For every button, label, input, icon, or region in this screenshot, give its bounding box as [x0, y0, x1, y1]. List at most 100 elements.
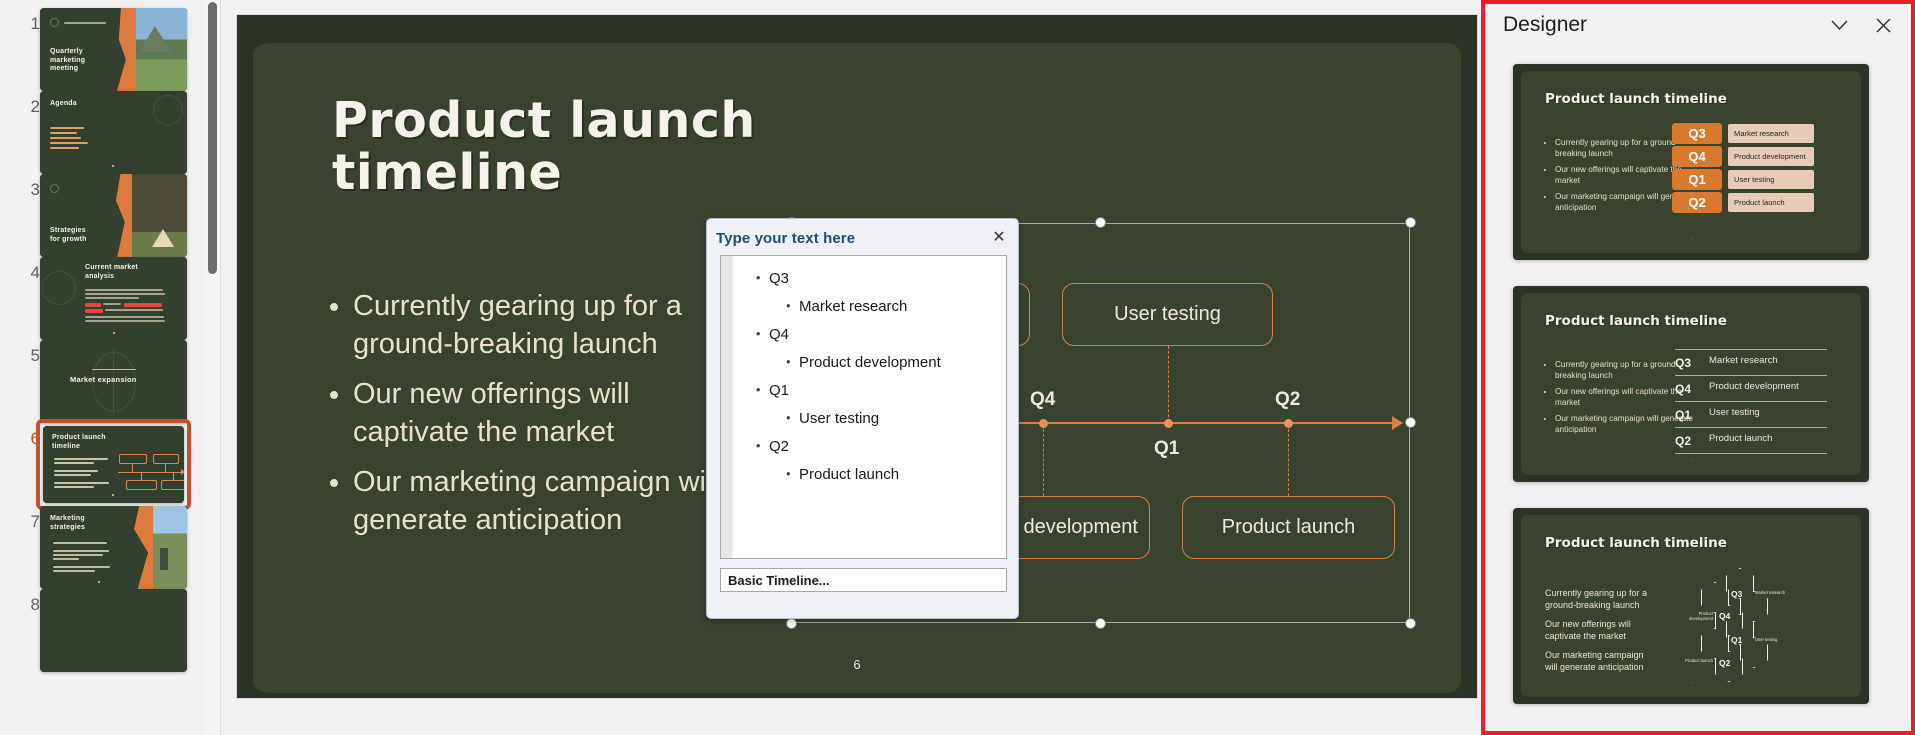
hexagon-label-q4: Q4 — [1719, 611, 1731, 621]
hexagon-text-q1: User testing — [1755, 637, 1778, 642]
thumbnail-preview[interactable]: Marketing strategies — [40, 506, 187, 589]
slide-page-number: 6 — [853, 657, 861, 672]
design2-label-q3: Market research — [1709, 355, 1778, 366]
design1-label-q4: Product development — [1728, 147, 1814, 166]
resize-handle-bottom-center[interactable] — [1095, 618, 1106, 629]
connector-line — [1288, 424, 1289, 496]
thumbnail-preview[interactable]: Agenda — [40, 91, 187, 174]
slide-body-placeholder[interactable]: Currently gearing up for a ground-breaki… — [325, 287, 745, 551]
resize-handle-top-center[interactable] — [1095, 217, 1106, 228]
text-pane-layout-caption: Basic Timeline... — [720, 568, 1007, 592]
design1-chip-q4: Q4 — [1672, 146, 1722, 167]
design1-label-q1: User testing — [1728, 170, 1814, 189]
thumbnail-pane-scrollbar[interactable] — [205, 0, 221, 735]
resize-handle-bottom-right[interactable] — [1405, 618, 1416, 629]
outline-item[interactable]: Q4 — [756, 320, 1006, 349]
timeline-arrowhead-icon — [1392, 416, 1403, 430]
chevron-down-icon[interactable] — [1825, 12, 1853, 38]
thumbnail-number: 8 — [30, 595, 40, 614]
design2-label-q1: User testing — [1709, 407, 1760, 418]
design1-label-q3: Market research — [1728, 124, 1814, 143]
smartart-text-pane[interactable]: Type your text here ✕ Q3 Market research… — [706, 218, 1019, 619]
slide-title-placeholder[interactable]: Product launch timeline — [332, 95, 892, 199]
timeline-label-q2: Q2 — [1275, 389, 1301, 410]
outline-item[interactable]: Q2 — [756, 432, 1006, 461]
design-option-1[interactable]: Product launch timeline Currently gearin… — [1513, 64, 1869, 260]
outline-item[interactable]: Product development — [786, 348, 1006, 377]
thumbnail-number: 1 — [30, 14, 40, 33]
design-option-page-dot: · — [1690, 680, 1692, 686]
design-option-title: Product launch timeline — [1545, 91, 1727, 107]
thumbnail-number: 3 — [30, 180, 40, 199]
design2-quarter-q1: Q1 — [1675, 408, 1692, 422]
design-option-bullet: Our marketing campaign will generate ant… — [1545, 650, 1644, 672]
timeline-milestone-point[interactable] — [1284, 419, 1293, 428]
timeline-milestone-point[interactable] — [1164, 419, 1173, 428]
hexagon-text-q2: Product launch — [1685, 658, 1713, 663]
text-pane-outline-list[interactable]: Q3 Market research Q4 Product developmen… — [720, 255, 1007, 559]
design1-label-q2: Product launch — [1728, 193, 1814, 212]
thumbnail-number: 7 — [30, 512, 40, 531]
thumbnail-number: 6 — [30, 429, 40, 448]
design-option-title: Product launch timeline — [1545, 535, 1727, 551]
designer-title: Designer — [1503, 13, 1588, 36]
outline-item[interactable]: Q3 — [756, 264, 1006, 293]
slide-bullet: Our marketing campaign will generate ant… — [353, 463, 745, 539]
slide-thumbnail-pane[interactable]: 1 Quarterly marketing meeting 2 Agenda 3… — [0, 0, 205, 735]
design2-quarter-q2: Q2 — [1675, 434, 1692, 448]
thumbnail-preview[interactable]: Quarterly marketing meeting — [40, 8, 187, 91]
hexagon-text-q4: Product development — [1689, 611, 1713, 621]
design2-quarter-q4: Q4 — [1675, 382, 1692, 396]
thumbnail-preview[interactable]: Product launch timeline — [43, 426, 184, 503]
thumbnail-preview[interactable] — [40, 589, 187, 672]
connector-line — [1168, 346, 1169, 422]
outline-gutter — [721, 256, 733, 558]
hexagon-label-q2: Q2 — [1719, 658, 1731, 668]
designer-pane[interactable]: Designer Product launch timeline Current… — [1481, 0, 1915, 735]
hexagon-label-q1: Q1 — [1731, 635, 1743, 645]
design-option-title: Product launch timeline — [1545, 313, 1727, 329]
resize-handle-bottom-left[interactable] — [786, 618, 797, 629]
slide-bullet: Currently gearing up for a ground-breaki… — [353, 287, 745, 363]
design2-label-q4: Product development — [1709, 381, 1799, 392]
smartart-node-label: User testing — [1114, 303, 1221, 325]
text-pane-title: Type your text here — [716, 230, 856, 247]
hexagon-text-q3: Market research — [1755, 590, 1786, 595]
design1-chip-q2: Q2 — [1672, 192, 1722, 213]
design-option-bullet: Currently gearing up for a ground-breaki… — [1545, 588, 1648, 610]
slide-bullet: Our new offerings will captivate the mar… — [353, 375, 745, 451]
design-option-page-dot: · — [1690, 236, 1692, 242]
slide-thumbnail-8[interactable]: 8 — [0, 589, 196, 690]
outline-item[interactable]: Market research — [786, 292, 1006, 321]
timeline-milestone-point[interactable] — [1039, 419, 1048, 428]
smartart-node-product-launch[interactable]: Product launch — [1182, 496, 1395, 559]
design-option-page-dot: · — [1690, 458, 1692, 464]
design2-label-q2: Product launch — [1709, 433, 1773, 444]
outline-item[interactable]: User testing — [786, 404, 1006, 433]
resize-handle-middle-right[interactable] — [1405, 417, 1416, 428]
thumbnail-preview[interactable]: Strategies for growth — [40, 174, 187, 257]
hexagon-label-q3: Q3 — [1731, 589, 1743, 599]
design-option-2[interactable]: Product launch timeline Currently gearin… — [1513, 286, 1869, 482]
smartart-node-user-testing[interactable]: User testing — [1062, 283, 1273, 346]
outline-item[interactable]: Q1 — [756, 376, 1006, 405]
thumbnail-number: 4 — [30, 263, 40, 282]
thumbnail-preview[interactable]: Market expansion — [40, 340, 187, 423]
designer-header: Designer — [1485, 4, 1911, 48]
scrollbar-thumb[interactable] — [208, 2, 217, 274]
design-option-3[interactable]: Product launch timeline Currently gearin… — [1513, 508, 1869, 704]
thumbnail-preview[interactable]: Current market analysis — [40, 257, 187, 340]
thumbnail-number: 5 — [30, 346, 40, 365]
close-icon[interactable]: ✕ — [988, 226, 1010, 247]
design1-chip-q3: Q3 — [1672, 123, 1722, 144]
design-option-bullet: Our new offerings will captivate the mar… — [1545, 619, 1631, 641]
thumbnail-number: 2 — [30, 97, 40, 116]
timeline-label-q1: Q1 — [1154, 438, 1180, 459]
outline-item[interactable]: Product launch — [786, 460, 1006, 489]
connector-line — [1043, 424, 1044, 496]
smartart-node-label: Product launch — [1221, 516, 1356, 538]
resize-handle-top-right[interactable] — [1405, 217, 1416, 228]
close-icon[interactable] — [1869, 12, 1897, 38]
design2-quarter-q3: Q3 — [1675, 356, 1692, 370]
timeline-label-q4: Q4 — [1030, 389, 1056, 410]
